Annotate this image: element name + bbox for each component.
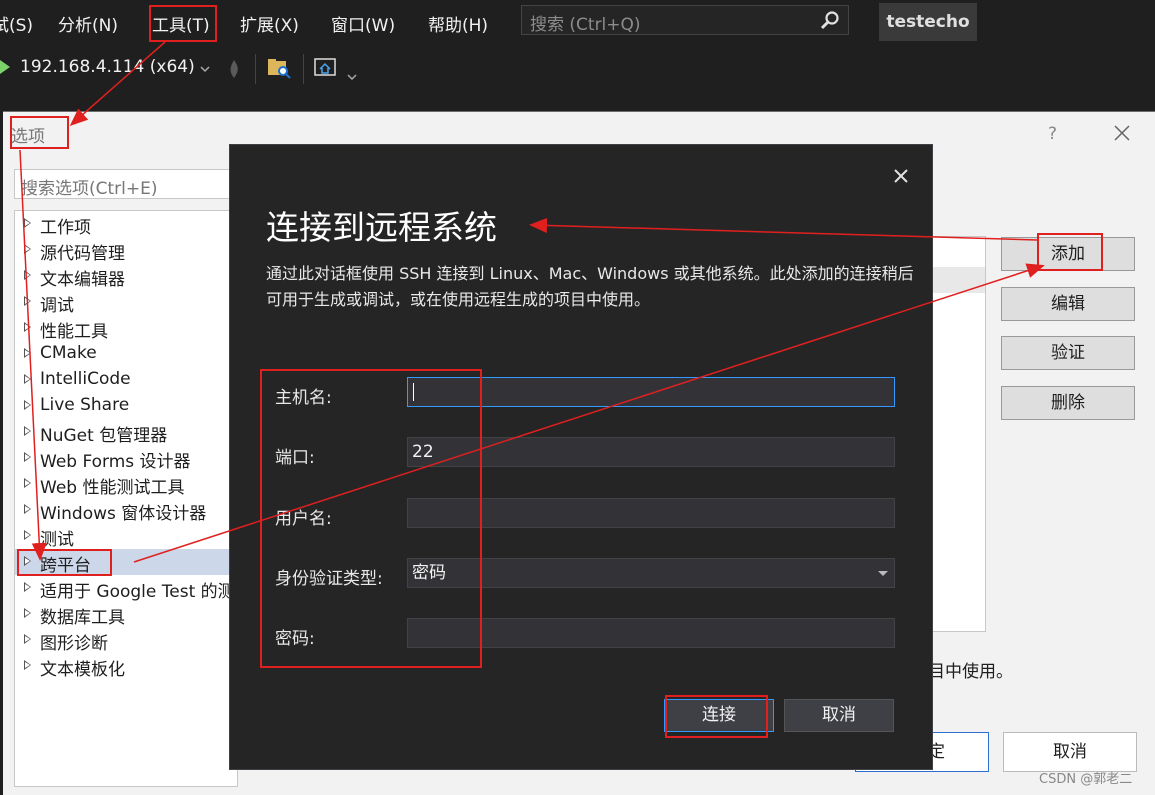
annotation-arrow [19,149,47,561]
annotation-arrow [529,217,1038,241]
annotation-arrow [133,263,1045,563]
annotation-arrow [69,41,166,126]
annotation-arrows [19,41,1045,563]
